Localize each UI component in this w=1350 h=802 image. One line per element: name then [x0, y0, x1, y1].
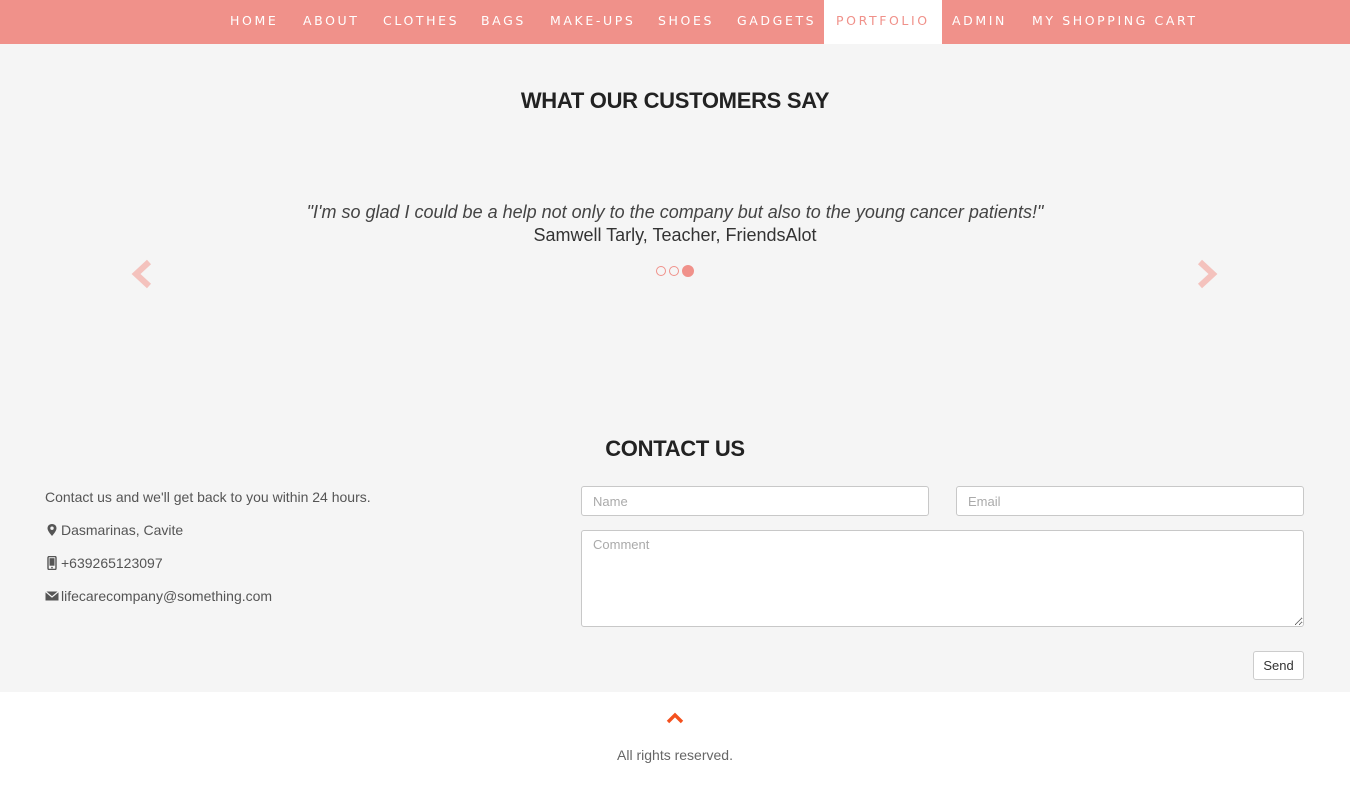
carousel-indicator[interactable]: [656, 266, 666, 276]
nav-gadgets[interactable]: GADGETS: [737, 0, 816, 44]
nav-shopping-cart[interactable]: MY SHOPPING CART: [1032, 0, 1198, 44]
nav-clothes[interactable]: CLOTHES: [383, 0, 459, 44]
carousel-indicator-active[interactable]: [682, 265, 694, 277]
copyright-text: All rights reserved.: [617, 747, 733, 763]
chevron-left-icon: [131, 259, 152, 289]
contact-email: lifecarecompany@something.com: [45, 588, 272, 604]
location-text: Dasmarinas, Cavite: [61, 522, 184, 538]
nav-shoes[interactable]: SHOES: [658, 0, 714, 44]
testimonials-title: WHAT OUR CUSTOMERS SAY: [520, 88, 830, 113]
comment-textarea[interactable]: [581, 530, 1304, 627]
phone-icon: [47, 556, 57, 570]
main-content: WHAT OUR CUSTOMERS SAY "I'm so glad I co…: [0, 44, 1350, 692]
nav-admin[interactable]: ADMIN: [952, 0, 1007, 44]
contact-intro: Contact us and we'll get back to you wit…: [45, 489, 371, 505]
nav-home[interactable]: HOME: [230, 0, 278, 44]
chevron-up-icon: [666, 712, 684, 724]
carousel-next-button[interactable]: [1195, 258, 1219, 290]
chevron-right-icon: [1197, 259, 1218, 289]
testimonial-author: Samwell Tarly, Teacher, FriendsAlot: [533, 225, 817, 245]
name-input[interactable]: [581, 486, 929, 516]
email-input[interactable]: [956, 486, 1304, 516]
email-text: lifecarecompany@something.com: [61, 588, 273, 604]
navbar: HOME ABOUT CLOTHES BAGS MAKE-UPS SHOES G…: [0, 0, 1350, 44]
contact-title: CONTACT US: [605, 436, 745, 461]
send-button[interactable]: Send: [1253, 651, 1304, 680]
carousel-indicator[interactable]: [669, 266, 679, 276]
map-marker-icon: [47, 524, 57, 536]
back-to-top-link[interactable]: [665, 711, 685, 725]
nav-about[interactable]: ABOUT: [303, 0, 360, 44]
envelope-icon: [45, 591, 59, 601]
nav-make-ups[interactable]: MAKE-UPS: [550, 0, 635, 44]
footer: All rights reserved.: [0, 692, 1350, 802]
contact-phone: +639265123097: [45, 555, 163, 571]
contact-location: Dasmarinas, Cavite: [45, 522, 183, 538]
carousel-prev-button[interactable]: [130, 258, 154, 290]
phone-text: +639265123097: [61, 555, 163, 571]
testimonial-quote: "I'm so glad I could be a help not only …: [306, 202, 1044, 222]
nav-portfolio[interactable]: PORTFOLIO: [824, 0, 942, 44]
nav-bags[interactable]: BAGS: [481, 0, 526, 44]
